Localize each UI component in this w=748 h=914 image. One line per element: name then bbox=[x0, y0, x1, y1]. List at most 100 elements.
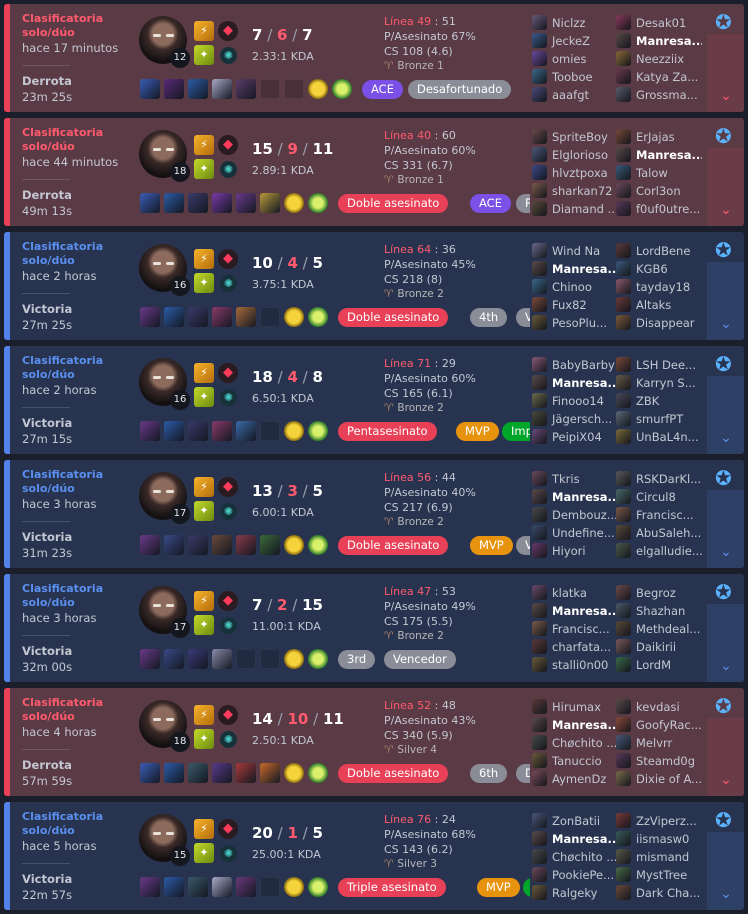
player-row[interactable]: Desak01 bbox=[616, 14, 702, 32]
player-name[interactable]: Methdeal... bbox=[636, 622, 700, 636]
player-row[interactable]: Hirumax bbox=[532, 698, 618, 716]
player-row[interactable]: sharkan72 bbox=[532, 182, 618, 200]
player-row[interactable]: Manresa... bbox=[616, 146, 702, 164]
item-slot[interactable] bbox=[188, 763, 208, 783]
player-row[interactable]: LordBene bbox=[616, 242, 702, 260]
expand-panel[interactable]: ⌄ bbox=[707, 604, 744, 682]
player-name[interactable]: aaafgt bbox=[552, 88, 589, 102]
player-name[interactable]: ZonBatii bbox=[552, 814, 600, 828]
secondary-rune-icon[interactable]: ✺ bbox=[220, 845, 237, 862]
chevron-down-icon[interactable]: ⌄ bbox=[716, 658, 736, 674]
player-name[interactable]: Manresa... bbox=[636, 34, 702, 48]
item-slot[interactable] bbox=[212, 763, 232, 783]
domination-rune-icon[interactable]: ◆ bbox=[218, 819, 238, 839]
player-name[interactable]: Steamd0g bbox=[636, 754, 695, 768]
flash-icon[interactable]: ⚡ bbox=[194, 135, 214, 155]
player-row[interactable]: hlvztpoxa bbox=[532, 164, 618, 182]
flash-icon[interactable]: ⚡ bbox=[194, 705, 214, 725]
ward-trinket-icon[interactable] bbox=[284, 421, 304, 441]
item-slot[interactable] bbox=[188, 193, 208, 213]
item-slot[interactable] bbox=[236, 79, 256, 99]
player-row[interactable]: Grossma... bbox=[616, 86, 702, 104]
item-slot[interactable] bbox=[188, 535, 208, 555]
player-name[interactable]: LSH Dee... bbox=[636, 358, 696, 372]
player-row[interactable]: Manresa... bbox=[532, 602, 618, 620]
player-name[interactable]: stalli0n00 bbox=[552, 658, 608, 672]
player-row[interactable]: Shazhan bbox=[616, 602, 702, 620]
item-slot[interactable] bbox=[140, 535, 160, 555]
control-ward-icon[interactable] bbox=[332, 79, 352, 99]
expand-panel[interactable]: ⌄ bbox=[707, 376, 744, 454]
match-card[interactable]: Clasificatoria solo/dúo hace 17 minutos De… bbox=[4, 4, 744, 112]
robot-sparkle-icon[interactable]: ✪ bbox=[715, 582, 732, 602]
robot-sparkle-icon[interactable]: ✪ bbox=[715, 468, 732, 488]
robot-sparkle-icon[interactable]: ✪ bbox=[715, 354, 732, 374]
empty-item-slot[interactable] bbox=[260, 307, 280, 327]
player-row[interactable]: Circul8 bbox=[616, 488, 702, 506]
ignite-icon[interactable]: ✦ bbox=[194, 615, 214, 635]
item-slot[interactable] bbox=[188, 877, 208, 897]
player-name[interactable]: AbuSaleh... bbox=[636, 526, 701, 540]
player-row[interactable]: Manresa... bbox=[616, 32, 702, 50]
player-name[interactable]: charfata... bbox=[552, 640, 611, 654]
control-ward-icon[interactable] bbox=[308, 421, 328, 441]
player-name[interactable]: Tanuccio bbox=[552, 754, 602, 768]
player-name[interactable]: mismand bbox=[636, 850, 689, 864]
expand-panel[interactable]: ⌄ bbox=[707, 490, 744, 568]
player-row[interactable]: Chinoo bbox=[532, 278, 618, 296]
player-row[interactable]: Methdeal... bbox=[616, 620, 702, 638]
player-name[interactable]: Francisc... bbox=[552, 622, 610, 636]
player-row[interactable]: Karryn S... bbox=[616, 374, 702, 392]
item-slot[interactable] bbox=[188, 421, 208, 441]
player-name[interactable]: Corl3on bbox=[636, 184, 681, 198]
control-ward-icon[interactable] bbox=[308, 877, 328, 897]
empty-item-slot[interactable] bbox=[260, 877, 280, 897]
item-slot[interactable] bbox=[212, 535, 232, 555]
player-name[interactable]: Manresa... bbox=[636, 148, 702, 162]
secondary-rune-icon[interactable]: ✺ bbox=[220, 617, 237, 634]
player-name[interactable]: Dembouz... bbox=[552, 508, 618, 522]
ignite-icon[interactable]: ✦ bbox=[194, 729, 214, 749]
ward-trinket-icon[interactable] bbox=[284, 763, 304, 783]
item-slot[interactable] bbox=[188, 307, 208, 327]
player-name[interactable]: Circul8 bbox=[636, 490, 676, 504]
item-slot[interactable] bbox=[140, 307, 160, 327]
item-slot[interactable] bbox=[236, 421, 256, 441]
ward-trinket-icon[interactable] bbox=[284, 535, 304, 555]
player-name[interactable]: LordBene bbox=[636, 244, 690, 258]
player-name[interactable]: Tooboe bbox=[552, 70, 593, 84]
player-row[interactable]: Altaks bbox=[616, 296, 702, 314]
player-name[interactable]: Talow bbox=[636, 166, 668, 180]
player-row[interactable]: Neezziix bbox=[616, 50, 702, 68]
player-name[interactable]: Grossma... bbox=[636, 88, 698, 102]
ignite-icon[interactable]: ✦ bbox=[194, 843, 214, 863]
item-slot[interactable] bbox=[164, 307, 184, 327]
player-name[interactable]: tayday18 bbox=[636, 280, 690, 294]
player-name[interactable]: hlvztpoxa bbox=[552, 166, 608, 180]
robot-sparkle-icon[interactable]: ✪ bbox=[715, 240, 732, 260]
player-row[interactable]: f0uf0utre... bbox=[616, 200, 702, 218]
player-name[interactable]: Dixie of A... bbox=[636, 772, 702, 786]
player-name[interactable]: Chøchito ... bbox=[552, 850, 617, 864]
domination-rune-icon[interactable]: ◆ bbox=[218, 21, 238, 41]
player-row[interactable]: UnBaL4n... bbox=[616, 428, 702, 446]
domination-rune-icon[interactable]: ◆ bbox=[218, 135, 238, 155]
player-name[interactable]: Finooo14 bbox=[552, 394, 604, 408]
match-card[interactable]: Clasificatoria solo/dúo hace 3 horas Victo… bbox=[4, 460, 744, 568]
empty-item-slot[interactable] bbox=[236, 649, 256, 669]
item-slot[interactable] bbox=[212, 193, 232, 213]
ignite-icon[interactable]: ✦ bbox=[194, 501, 214, 521]
secondary-rune-icon[interactable]: ✺ bbox=[220, 731, 237, 748]
item-slot[interactable] bbox=[164, 193, 184, 213]
player-row[interactable]: Daikirii bbox=[616, 638, 702, 656]
player-row[interactable]: Katya Za... bbox=[616, 68, 702, 86]
player-row[interactable]: Tkris bbox=[532, 470, 618, 488]
player-row[interactable]: Corl3on bbox=[616, 182, 702, 200]
player-row[interactable]: Undefine... bbox=[532, 524, 618, 542]
player-name[interactable]: Undefine... bbox=[552, 526, 615, 540]
flash-icon[interactable]: ⚡ bbox=[194, 591, 214, 611]
match-card[interactable]: Clasificatoria solo/dúo hace 5 horas Victo… bbox=[4, 802, 744, 910]
player-row[interactable]: LordM bbox=[616, 656, 702, 674]
player-row[interactable]: Disappear bbox=[616, 314, 702, 332]
player-row[interactable]: Elglorioso bbox=[532, 146, 618, 164]
